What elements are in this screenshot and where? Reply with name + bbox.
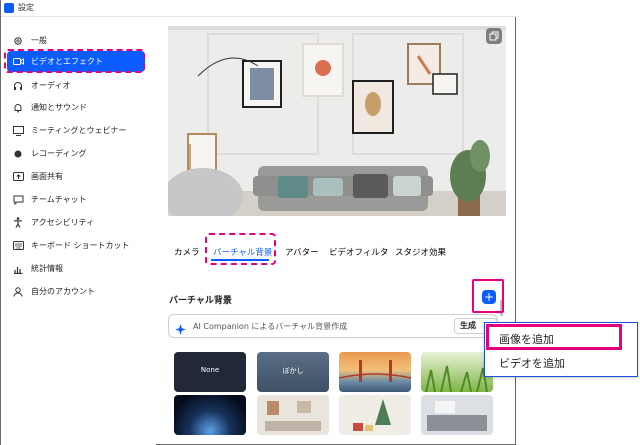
bell-icon [11,103,25,113]
thumb-grass[interactable] [421,352,493,392]
stats-icon [11,264,25,274]
window-title: 設定 [18,3,34,12]
sidebar-item-label: キーボード ショートカット [31,241,130,250]
sidebar-item-screen-share[interactable]: 画面共有 [7,166,145,187]
section-title: バーチャル背景 [169,296,232,306]
sidebar-item-label: 画面共有 [31,172,63,181]
sparkle-icon [175,320,186,339]
record-icon [11,149,25,159]
ai-companion-text: AI Companion によるバーチャル背景作成 [193,322,348,331]
thumb-earth[interactable] [174,395,246,435]
accessibility-icon [11,217,25,228]
zoom-app-icon [4,3,14,13]
sidebar-item-label: レコーディング [31,149,87,158]
menu-item-add-video[interactable]: ビデオを追加 [499,355,565,371]
account-icon [11,286,25,297]
sidebar-item-label: 統計情報 [31,264,63,273]
highlight-sidebar-video [4,49,145,73]
sidebar-item-label: アクセシビリティ [31,218,95,227]
sidebar-item-label: 通知とサウンド [31,103,87,112]
sidebar-item-label: オーディオ [31,81,71,90]
keyboard-icon [11,241,25,250]
living-room-image [168,26,506,216]
thumb-label: None [200,366,220,374]
sidebar-item-meetings[interactable]: ミーティングとウェビナー [7,120,145,141]
share-screen-icon [11,171,25,182]
highlight-tab-virtual-bg [205,233,276,265]
sidebar-item-audio[interactable]: オーディオ [7,75,145,96]
sidebar-item-my-account[interactable]: 自分のアカウント [7,281,145,302]
thumb-christmas[interactable] [339,395,411,435]
thumb-none[interactable]: None [174,352,246,392]
gear-icon [11,36,25,46]
thumb-label: ぼかし [282,367,304,375]
tab-video-filter[interactable]: ビデオフィルタ [329,246,388,258]
sidebar-item-recording[interactable]: レコーディング [7,143,145,164]
sidebar-item-label: 一般 [31,36,47,45]
thumb-office[interactable] [421,395,493,435]
sidebar-item-accessibility[interactable]: アクセシビリティ [7,212,145,233]
sidebar-item-notifications[interactable]: 通知とサウンド [7,97,145,118]
sidebar-item-team-chat[interactable]: チームチャット [7,189,145,210]
headphones-icon [11,81,25,91]
thumb-golden-gate[interactable] [339,352,411,392]
tab-avatar[interactable]: アバター [285,246,319,258]
sidebar-item-label: 自分のアカウント [31,287,95,296]
chat-icon [11,195,25,205]
tab-studio-effects[interactable]: スタジオ効果 [395,246,446,258]
thumb-room[interactable] [257,395,329,435]
title-bar: 設定 [1,0,517,17]
sidebar-item-general[interactable]: 一般 [7,30,145,51]
copy-icon[interactable] [486,28,502,44]
highlight-add-image [486,324,622,350]
sidebar-item-statistics[interactable]: 統計情報 [7,258,145,279]
tab-camera[interactable]: カメラ [174,246,200,258]
sidebar: 一般 ビデオとエフェクト オーディオ 通知とサウンド ミーティングとウェビナー … [1,17,156,445]
highlight-add-button [472,279,504,313]
meeting-icon [11,125,25,136]
sidebar-item-keyboard-shortcuts[interactable]: キーボード ショートカット [7,235,145,256]
sidebar-item-label: チームチャット [31,195,87,204]
thumb-blur[interactable]: ぼかし [257,352,329,392]
background-preview [168,26,506,216]
ai-companion-bar[interactable]: AI Companion によるバーチャル背景作成 生成 [168,314,498,338]
sidebar-item-label: ミーティングとウェビナー [31,126,127,135]
